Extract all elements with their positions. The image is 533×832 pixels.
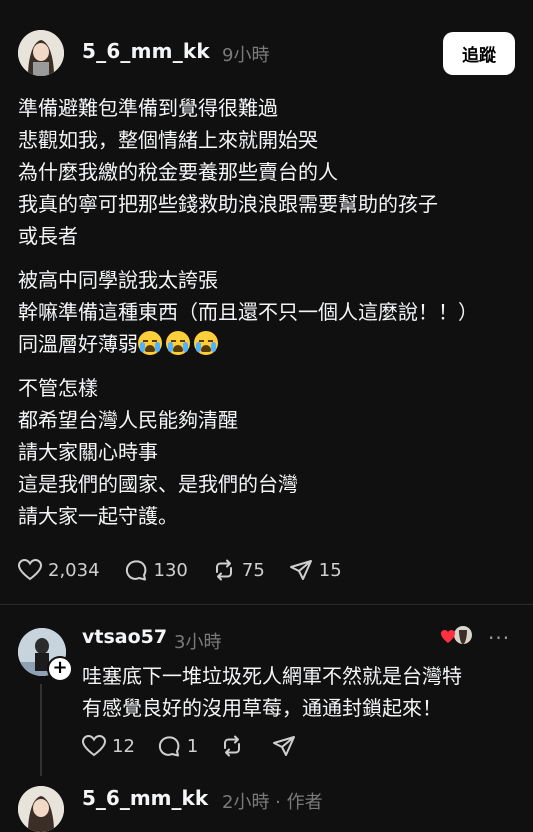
text-line: 這是我們的國家、是我們的台灣 bbox=[18, 472, 298, 496]
share-button[interactable]: 15 bbox=[289, 558, 342, 582]
text-line: 或長者 bbox=[18, 224, 78, 248]
author-avatar[interactable] bbox=[18, 30, 64, 76]
text-line: 被高中同學說我太誇張 bbox=[18, 268, 218, 292]
divider bbox=[0, 604, 533, 605]
text-line: 請大家一起守護。 bbox=[18, 504, 178, 528]
reply-actions: 12 1 bbox=[82, 734, 324, 758]
reply-time: 3小時 bbox=[174, 632, 222, 653]
reply-like-button[interactable]: 12 bbox=[82, 735, 135, 757]
post-time: 9小時 bbox=[222, 45, 270, 66]
reply-share-button[interactable] bbox=[272, 734, 302, 758]
comment-count: 1 bbox=[186, 735, 199, 757]
share-icon bbox=[289, 560, 312, 580]
text-line-with-emoji: 同溫層好薄弱 bbox=[18, 328, 518, 360]
text-line: 幹嘛準備這種東西（而且還不只一個人這麼說！！） bbox=[18, 300, 478, 324]
paragraph: 不管怎樣 都希望台灣人民能夠清醒 請大家關心時事 這是我們的國家、是我們的台灣 … bbox=[18, 372, 518, 532]
comment-count: 130 bbox=[153, 559, 188, 581]
like-count: 12 bbox=[112, 735, 135, 757]
text-line: 請大家關心時事 bbox=[18, 440, 158, 464]
repost-icon bbox=[215, 559, 232, 581]
like-count: 2,034 bbox=[48, 559, 100, 581]
comment-button[interactable]: 130 bbox=[124, 558, 188, 582]
post-body: 準備避難包準備到覺得很難過 悲觀如我，整個情緒上來就開始哭 為什麼我繳的稅金要養… bbox=[18, 92, 518, 544]
paragraph: 被高中同學說我太誇張 幹嘛準備這種東西（而且還不只一個人這麼說！！） 同溫層好薄… bbox=[18, 264, 518, 360]
text-line: 都希望台灣人民能夠清醒 bbox=[18, 408, 238, 432]
text-line: 我真的寧可把那些錢救助浪浪跟需要幫助的孩子 bbox=[18, 192, 438, 216]
text-line: 同溫層好薄弱 bbox=[18, 332, 138, 356]
share-icon bbox=[273, 736, 296, 756]
text-line: 準備避難包準備到覺得很難過 bbox=[18, 96, 278, 120]
comment-icon bbox=[158, 736, 180, 757]
reply-author-name[interactable]: vtsao57 bbox=[82, 626, 167, 648]
crying-emoji-icon bbox=[166, 331, 190, 355]
thread-line bbox=[40, 684, 42, 776]
reply-body: 哇塞底下一堆垃圾死人網軍不然就是台灣特 有感覺良好的沒用草莓，通通封鎖起來！ bbox=[82, 660, 522, 724]
text-line: 哇塞底下一堆垃圾死人網軍不然就是台灣特 bbox=[82, 664, 462, 688]
text-line: 悲觀如我，整個情緒上來就開始哭 bbox=[18, 128, 318, 152]
crying-emoji-icon bbox=[194, 331, 218, 355]
more-options-icon[interactable]: ··· bbox=[488, 626, 510, 650]
like-button[interactable]: 2,034 bbox=[18, 559, 100, 581]
text-line: 不管怎樣 bbox=[18, 376, 98, 400]
liked-by-author-icon bbox=[441, 624, 473, 652]
heart-icon bbox=[18, 559, 42, 581]
crying-emoji-icon bbox=[138, 331, 162, 355]
text-line: 為什麼我繳的稅金要養那些賣台的人 bbox=[18, 160, 338, 184]
post-actions: 2,034 130 75 15 bbox=[18, 558, 366, 582]
author-name[interactable]: 5_6_mm_kk bbox=[82, 39, 210, 63]
share-count: 15 bbox=[318, 559, 342, 581]
next-reply-meta: 2小時 · 作者 bbox=[222, 792, 323, 813]
follow-button[interactable]: 追蹤 bbox=[443, 32, 515, 75]
reply-repost-button[interactable] bbox=[220, 734, 250, 758]
next-reply-author[interactable]: 5_6_mm_kk bbox=[82, 786, 208, 810]
comment-icon bbox=[125, 560, 146, 581]
reply-comment-button[interactable]: 1 bbox=[157, 734, 198, 758]
repost-count: 75 bbox=[241, 559, 265, 581]
heart-icon bbox=[82, 735, 106, 757]
next-reply-avatar[interactable] bbox=[18, 786, 64, 832]
repost-button[interactable]: 75 bbox=[212, 558, 265, 582]
text-line: 有感覺良好的沒用草莓，通通封鎖起來！ bbox=[82, 696, 442, 720]
repost-icon bbox=[224, 735, 241, 757]
paragraph: 準備避難包準備到覺得很難過 悲觀如我，整個情緒上來就開始哭 為什麼我繳的稅金要養… bbox=[18, 92, 518, 252]
follow-plus-icon[interactable]: + bbox=[47, 656, 73, 682]
